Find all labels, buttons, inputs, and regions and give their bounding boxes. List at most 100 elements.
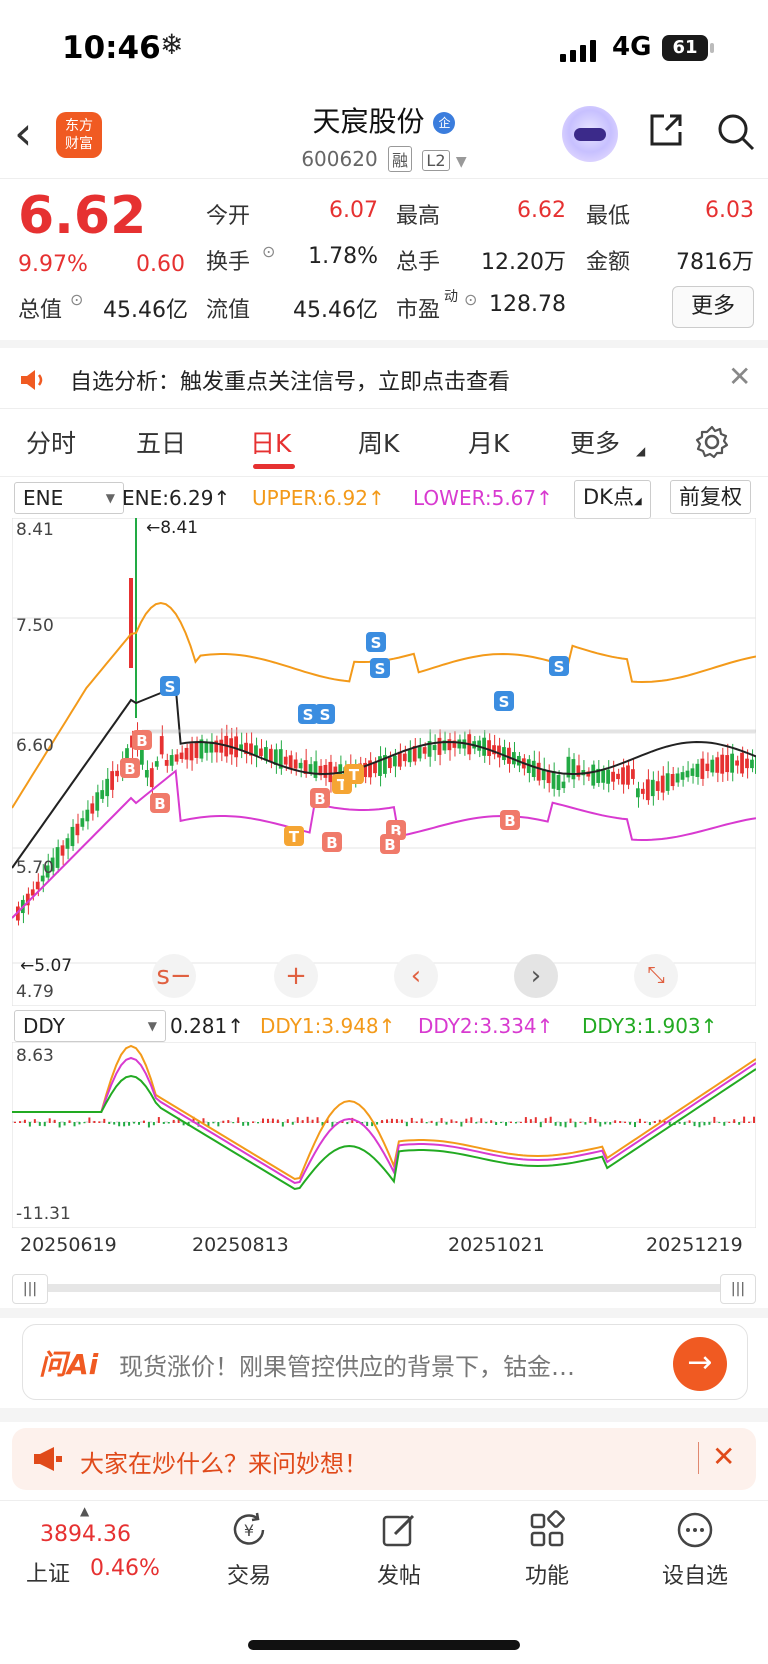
ddy-bar — [400, 1119, 403, 1123]
ddy-bar — [410, 1117, 413, 1123]
nav-trade[interactable]: ¥ 交易 — [194, 1510, 304, 1590]
close-icon[interactable]: ✕ — [712, 1440, 735, 1473]
ddy-bar — [688, 1120, 691, 1123]
battery-icon: 61 — [662, 35, 714, 61]
candle — [298, 762, 303, 769]
hot-topics-bar[interactable]: 大家在炒什么？来问妙想！ ✕ — [12, 1428, 756, 1490]
sub-indicator-select[interactable]: DDY ▼ — [14, 1010, 166, 1042]
share-icon[interactable] — [648, 112, 684, 148]
tab-daily-k[interactable]: 日K — [250, 424, 291, 460]
zoom-out-button[interactable]: s− — [152, 954, 196, 998]
range-scrollbar[interactable]: ||| ||| — [12, 1274, 756, 1304]
zoom-in-button[interactable]: + — [274, 954, 318, 998]
candle — [323, 764, 328, 778]
change-amount: 0.60 — [136, 252, 185, 277]
ddy-bar — [18, 1121, 21, 1123]
stock-name: 天宸股份 — [312, 105, 425, 138]
stock-code-row[interactable]: 600620 融 L2 ▼ — [0, 146, 768, 172]
candle — [105, 778, 110, 797]
adjust-button[interactable]: 前复权 — [670, 480, 751, 514]
last-price: 6.62 — [18, 186, 147, 246]
ddy-bar — [23, 1119, 26, 1123]
ddy-bar — [157, 1117, 160, 1123]
info-icon[interactable]: ⊙ — [464, 290, 477, 309]
ddy-bar — [579, 1121, 582, 1123]
analysis-notice[interactable]: 自选分析：触发重点关注信号，立即点击查看 ✕ — [0, 348, 768, 414]
ddy-bar — [271, 1118, 274, 1123]
candle — [655, 781, 660, 791]
ddy-bar — [718, 1122, 721, 1124]
network-label: 4G — [612, 32, 652, 62]
candle — [675, 773, 680, 783]
ai-robot-icon[interactable] — [562, 106, 618, 162]
ddy-bar — [316, 1117, 319, 1123]
nav-functions[interactable]: 功能 — [492, 1510, 602, 1590]
candle — [710, 759, 715, 773]
candle — [179, 752, 184, 759]
index-value[interactable]: 3894.36 — [40, 1522, 131, 1547]
y-tick: 7.50 — [16, 616, 54, 636]
ddy-bar — [728, 1121, 731, 1123]
info-icon[interactable]: ⊙ — [262, 242, 275, 261]
pe-sup: 动 — [444, 289, 458, 305]
signal-marker-label: S — [554, 658, 565, 676]
enterprise-badge-icon: 企 — [433, 112, 456, 134]
arrow-right-icon[interactable]: → — [673, 1337, 727, 1391]
candle — [60, 845, 65, 856]
fullscreen-icon[interactable]: ⤡ — [634, 954, 678, 998]
date-label: 20251021 — [448, 1234, 545, 1256]
mktcap-label: 总值 — [18, 298, 63, 323]
y-tick: 5.70 — [16, 858, 54, 878]
ddy-bar — [440, 1118, 443, 1123]
more-dots-icon — [677, 1512, 713, 1548]
kline-chart[interactable]: SS SSSSSBBB BBBBBTTT — [12, 518, 756, 1006]
ddy-chart[interactable] — [12, 1042, 756, 1228]
tab-weekly-k[interactable]: 周K — [358, 424, 399, 460]
ddy-bar — [217, 1122, 220, 1127]
ddy-bar — [252, 1121, 255, 1123]
ai-question-bar[interactable]: 问Ai 现货涨价！刚果管控供应的背景下，钴金… → — [22, 1324, 748, 1400]
ddy-bar — [648, 1122, 651, 1126]
candle — [392, 755, 397, 767]
candle — [621, 767, 625, 785]
amount-value: 7816万 — [676, 250, 754, 275]
close-icon[interactable]: ✕ — [728, 360, 751, 393]
tab-more[interactable]: 更多 — [570, 424, 620, 460]
tab-monthly-k[interactable]: 月K — [468, 424, 509, 460]
level2-tag: L2 — [422, 150, 450, 171]
ddy-bar — [470, 1117, 473, 1123]
gear-icon[interactable] — [694, 424, 730, 460]
scroll-handle-right[interactable]: ||| — [720, 1274, 756, 1304]
scroll-handle-left[interactable]: ||| — [12, 1274, 48, 1304]
search-icon[interactable] — [716, 112, 756, 152]
ddy-bar — [549, 1116, 552, 1123]
ddy-bar — [242, 1122, 245, 1126]
tab-intraday[interactable]: 分时 — [26, 424, 76, 460]
high-label: 最高 — [396, 204, 441, 229]
more-button[interactable]: 更多 — [672, 286, 754, 328]
ai-prompt-text: 现货涨价！刚果管控供应的背景下，钴金… — [119, 1353, 575, 1381]
candle — [665, 773, 670, 791]
scroll-right-button[interactable]: › — [514, 954, 558, 998]
ddy-bar — [237, 1117, 240, 1123]
home-indicator — [248, 1640, 520, 1650]
info-icon[interactable]: ⊙ — [70, 290, 83, 309]
tab-five-day[interactable]: 五日 — [136, 424, 186, 460]
ddy-bar — [643, 1121, 646, 1123]
nav-add-watchlist[interactable]: 设自选 — [640, 1510, 750, 1590]
ddy-bar — [519, 1121, 522, 1123]
change-percent: 9.97% — [18, 252, 88, 277]
ddy-bar — [708, 1122, 711, 1125]
dk-points-button[interactable]: DK点◢ — [574, 480, 651, 519]
nav-post[interactable]: 发帖 — [344, 1510, 454, 1590]
ddy-bar — [495, 1122, 498, 1125]
main-indicator-select[interactable]: ENE ▼ — [14, 482, 124, 514]
candle — [690, 768, 695, 776]
y-tick: 6.60 — [16, 736, 54, 756]
scroll-left-button[interactable]: ‹ — [394, 954, 438, 998]
candle — [536, 762, 541, 781]
ddy-bar — [63, 1122, 66, 1126]
candle — [328, 761, 333, 783]
megaphone-icon — [34, 1447, 62, 1471]
candle — [730, 753, 734, 773]
